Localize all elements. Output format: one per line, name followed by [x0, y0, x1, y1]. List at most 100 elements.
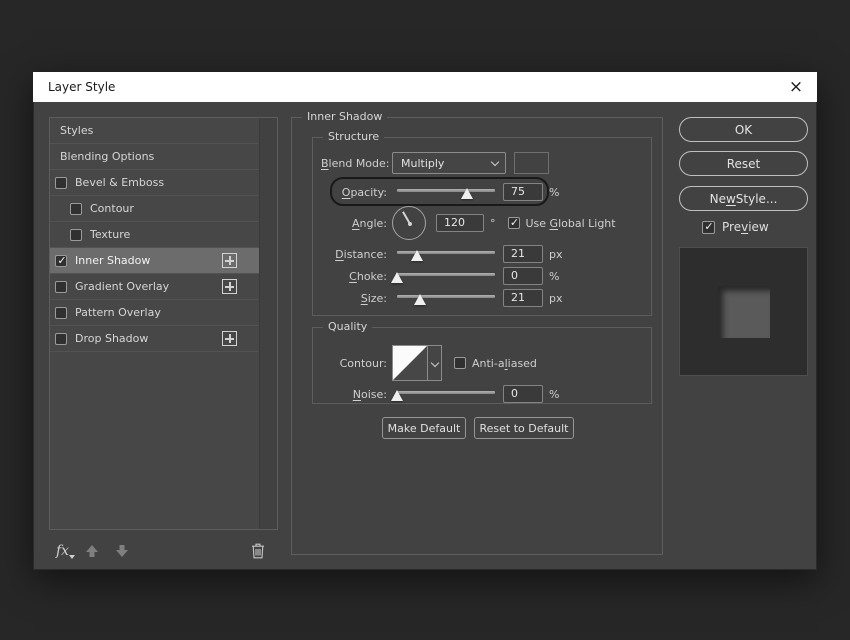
distance-row: Distance: 21 px [321, 244, 647, 264]
pattern-overlay-checkbox[interactable] [55, 307, 67, 319]
blend-mode-value: Multiply [401, 157, 444, 170]
use-global-light-group[interactable]: Use Global Light [508, 217, 616, 230]
noise-slider-track [397, 391, 495, 394]
sidebar-item-label: Blending Options [60, 150, 154, 163]
structure-group-title: Structure [323, 130, 384, 143]
inner-shadow-checkbox[interactable] [55, 255, 67, 267]
size-slider[interactable] [397, 290, 495, 306]
opacity-slider[interactable] [397, 184, 495, 200]
add-gradient-overlay-icon[interactable] [222, 279, 237, 294]
noise-slider-thumb[interactable] [391, 390, 403, 401]
sidebar-item-blending-options[interactable]: Blending Options [50, 144, 259, 170]
distance-slider-thumb[interactable] [411, 250, 423, 261]
layer-style-dialog: Layer Style × Styles Blending Options Be… [33, 72, 817, 570]
anti-aliased-checkbox[interactable] [454, 357, 466, 369]
distance-slider[interactable] [397, 246, 495, 262]
preview-toggle[interactable]: Preview [702, 220, 769, 234]
angle-label: Angle: [321, 217, 387, 230]
bevel-emboss-checkbox[interactable] [55, 177, 67, 189]
size-unit: px [549, 292, 563, 305]
size-input[interactable]: 21 [503, 289, 543, 307]
blend-mode-select[interactable]: Multiply [392, 152, 506, 174]
effects-list-scrollbar[interactable] [259, 118, 277, 529]
contour-thumbnail[interactable] [393, 346, 427, 380]
opacity-input[interactable]: 75 [503, 183, 543, 201]
dialog-title: Layer Style [48, 80, 115, 94]
sidebar-item-gradient-overlay[interactable]: Gradient Overlay [50, 274, 259, 300]
contour-curve-shape [393, 346, 427, 380]
size-slider-track [397, 295, 495, 298]
sidebar-item-contour[interactable]: Contour [50, 196, 259, 222]
size-row: Size: 21 px [321, 288, 647, 308]
effects-list: Styles Blending Options Bevel & Emboss C… [49, 117, 278, 530]
choke-unit: % [549, 270, 559, 283]
fx-menu-button[interactable]: fx [56, 543, 69, 559]
angle-unit: ° [490, 217, 496, 230]
opacity-slider-thumb[interactable] [461, 188, 473, 199]
sidebar-item-label: Drop Shadow [75, 332, 148, 345]
opacity-unit: % [549, 186, 559, 199]
sidebar-item-drop-shadow[interactable]: Drop Shadow [50, 326, 259, 352]
sidebar-item-label: Styles [60, 124, 93, 137]
ok-button[interactable]: OK [679, 117, 808, 142]
choke-slider-thumb[interactable] [391, 272, 403, 283]
make-default-button[interactable]: Make Default [382, 417, 466, 439]
angle-input[interactable]: 120 [436, 214, 484, 232]
contour-checkbox[interactable] [70, 203, 82, 215]
noise-label: Noise: [321, 388, 387, 401]
effect-preview-thumbnail [679, 247, 808, 376]
structure-group: Structure Blend Mode: Multiply Opacity: [312, 137, 652, 316]
sidebar-item-label: Bevel & Emboss [75, 176, 164, 189]
sidebar-item-texture[interactable]: Texture [50, 222, 259, 248]
new-style-button[interactable]: New Style... [679, 186, 808, 211]
dialog-titlebar[interactable]: Layer Style × [33, 72, 817, 102]
distance-unit: px [549, 248, 563, 261]
sidebar-item-label: Contour [90, 202, 134, 215]
texture-checkbox[interactable] [70, 229, 82, 241]
sidebar-item-styles[interactable]: Styles [50, 118, 259, 144]
add-inner-shadow-icon[interactable] [222, 253, 237, 268]
delete-effect-icon[interactable] [251, 543, 265, 559]
effects-list-empty-area [50, 352, 259, 529]
choke-label: Choke: [321, 270, 387, 283]
noise-slider[interactable] [397, 386, 495, 402]
noise-unit: % [549, 388, 559, 401]
sidebar-item-label: Texture [90, 228, 130, 241]
contour-row: Contour: Anti-aliased [321, 344, 647, 382]
reset-button[interactable]: Reset [679, 151, 808, 176]
opacity-row: Opacity: 75 % [321, 181, 647, 203]
size-label: Size: [321, 292, 387, 305]
opacity-label: Opacity: [321, 186, 387, 199]
sidebar-item-label: Gradient Overlay [75, 280, 169, 293]
angle-dial[interactable] [392, 206, 426, 240]
choke-slider[interactable] [397, 268, 495, 284]
move-effect-up-icon[interactable] [85, 544, 99, 558]
close-icon[interactable]: × [783, 72, 809, 102]
add-drop-shadow-icon[interactable] [222, 331, 237, 346]
distance-input[interactable]: 21 [503, 245, 543, 263]
styles-sidebar: Styles Blending Options Bevel & Emboss C… [49, 117, 278, 560]
use-global-light-checkbox[interactable] [508, 217, 520, 229]
inner-shadow-group: Inner Shadow Structure Blend Mode: Multi… [291, 117, 663, 555]
sidebar-item-pattern-overlay[interactable]: Pattern Overlay [50, 300, 259, 326]
sidebar-footer: fx [49, 538, 278, 564]
contour-dropdown-button[interactable] [427, 346, 441, 380]
sidebar-item-inner-shadow[interactable]: Inner Shadow [50, 248, 259, 274]
choke-row: Choke: 0 % [321, 266, 647, 286]
sidebar-item-bevel-emboss[interactable]: Bevel & Emboss [50, 170, 259, 196]
move-effect-down-icon[interactable] [115, 544, 129, 558]
reset-to-default-button[interactable]: Reset to Default [474, 417, 574, 439]
anti-aliased-group[interactable]: Anti-aliased [454, 357, 537, 370]
size-slider-thumb[interactable] [414, 294, 426, 305]
shadow-color-swatch[interactable] [514, 152, 549, 174]
opacity-slider-track [397, 189, 495, 192]
preview-checkbox[interactable] [702, 221, 715, 234]
blend-mode-row: Blend Mode: Multiply [321, 152, 647, 174]
use-global-light-label: Use Global Light [526, 217, 616, 230]
gradient-overlay-checkbox[interactable] [55, 281, 67, 293]
noise-input[interactable]: 0 [503, 385, 543, 403]
contour-picker[interactable] [392, 345, 442, 381]
distance-label: Distance: [321, 248, 387, 261]
choke-input[interactable]: 0 [503, 267, 543, 285]
drop-shadow-checkbox[interactable] [55, 333, 67, 345]
